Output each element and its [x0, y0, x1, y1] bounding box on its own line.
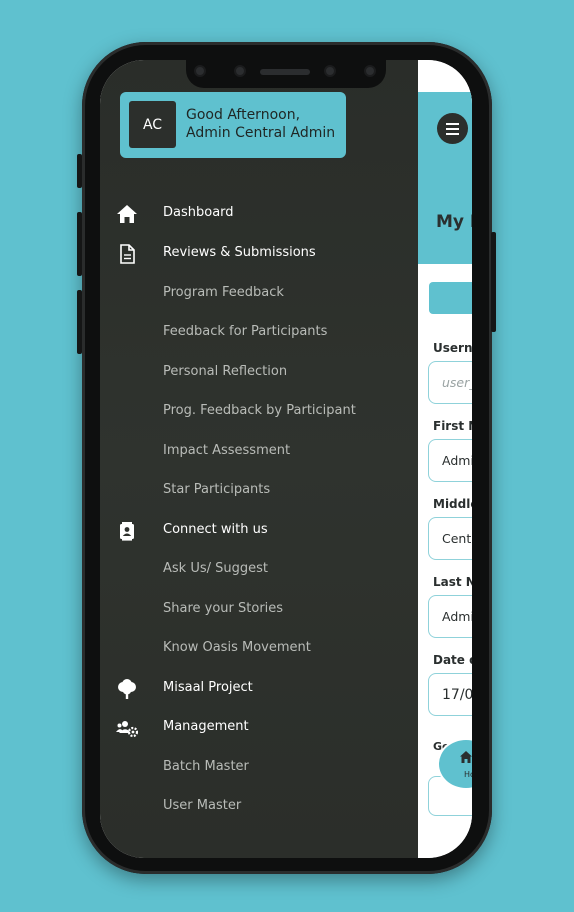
- contact-card-icon: [120, 522, 134, 541]
- nav-item-label: Dashboard: [163, 205, 234, 220]
- date-of-birth-label: Date of: [433, 653, 472, 667]
- home-icon: [117, 205, 137, 223]
- nav-item-ask-us-suggest[interactable]: Ask Us/ Suggest: [100, 555, 418, 585]
- greeting-card: AC Good Afternoon, Admin Central Admin: [120, 92, 346, 158]
- phone-power-button: [491, 232, 496, 332]
- page-title: My P: [436, 212, 472, 232]
- profile-tab[interactable]: [429, 282, 472, 314]
- last-name-label: Last Na: [433, 575, 472, 589]
- nav-item-label: Reviews & Submissions: [163, 245, 316, 260]
- nav-item-label: Connect with us: [163, 522, 268, 537]
- phone-screen: My P Userna user_ First N Admi Middle Ce…: [100, 60, 472, 858]
- home-label: Ho: [464, 770, 472, 779]
- tree-icon: [118, 679, 136, 699]
- nav-item-label: Management: [163, 719, 249, 734]
- nav-item-share-your-stories[interactable]: Share your Stories: [100, 595, 418, 625]
- phone-side-button: [77, 290, 82, 354]
- users-gear-icon: [116, 721, 138, 738]
- camera-notch: [186, 58, 386, 88]
- middle-name-label: Middle: [433, 497, 472, 511]
- nav-item-label: Batch Master: [163, 759, 249, 774]
- nav-item-prog-feedback-by-participant[interactable]: Prog. Feedback by Participant: [100, 397, 418, 427]
- nav-item-label: Share your Stories: [163, 601, 284, 616]
- nav-item-misaal-project[interactable]: Misaal Project: [100, 674, 418, 704]
- camera-icon: [234, 65, 246, 77]
- camera-icon: [324, 65, 336, 77]
- nav-item-label: Misaal Project: [163, 680, 253, 695]
- avatar[interactable]: AC: [129, 101, 176, 148]
- phone-side-button: [77, 212, 82, 276]
- nav-item-feedback-for-participants[interactable]: Feedback for Participants: [100, 318, 418, 348]
- sensor-icon: [364, 65, 376, 77]
- nav-item-dashboard[interactable]: Dashboard: [100, 199, 418, 229]
- last-name-input[interactable]: Admi: [428, 595, 472, 638]
- nav-item-label: Ask Us/ Suggest: [163, 561, 268, 576]
- nav-item-personal-reflection[interactable]: Personal Reflection: [100, 358, 418, 388]
- nav-item-connect-with-us[interactable]: Connect with us: [100, 516, 418, 546]
- nav-item-label: Impact Assessment: [163, 443, 291, 458]
- nav-item-label: User Master: [163, 798, 242, 813]
- sensor-icon: [194, 65, 206, 77]
- nav-item-label: Personal Reflection: [163, 364, 288, 379]
- username-input[interactable]: user_: [428, 361, 472, 404]
- nav-item-reviews-submissions[interactable]: Reviews & Submissions: [100, 239, 418, 269]
- profile-page: My P Userna user_ First N Admi Middle Ce…: [418, 60, 472, 858]
- speaker-grille: [260, 69, 310, 75]
- menu-button[interactable]: [437, 113, 468, 144]
- nav-item-label: Star Participants: [163, 482, 271, 497]
- nav-item-star-participants[interactable]: Star Participants: [100, 476, 418, 506]
- document-icon: [120, 244, 135, 264]
- nav-item-impact-assessment[interactable]: Impact Assessment: [100, 437, 418, 467]
- user-name: Admin Central Admin: [186, 125, 336, 141]
- greeting-text: Good Afternoon,: [186, 107, 301, 123]
- middle-name-input[interactable]: Centr: [428, 517, 472, 560]
- nav-item-program-feedback[interactable]: Program Feedback: [100, 279, 418, 309]
- nav-item-management[interactable]: Management: [100, 713, 418, 743]
- home-icon: [460, 751, 472, 763]
- nav-item-label: Program Feedback: [163, 285, 284, 300]
- first-name-label: First N: [433, 419, 472, 433]
- first-name-input[interactable]: Admi: [428, 439, 472, 482]
- nav-drawer: AC Good Afternoon, Admin Central Admin D…: [100, 60, 418, 858]
- nav-item-label: Feedback for Participants: [163, 324, 328, 339]
- nav-item-user-master[interactable]: User Master: [100, 792, 418, 822]
- date-of-birth-input[interactable]: 17/0: [428, 673, 472, 716]
- phone-side-button: [77, 154, 82, 188]
- nav-item-label: Know Oasis Movement: [163, 640, 311, 655]
- hamburger-icon: [446, 121, 459, 136]
- nav-item-label: Prog. Feedback by Participant: [163, 403, 356, 418]
- username-label: Userna: [433, 341, 472, 355]
- nav-item-batch-master[interactable]: Batch Master: [100, 753, 418, 783]
- nav-item-know-oasis-movement[interactable]: Know Oasis Movement: [100, 634, 418, 664]
